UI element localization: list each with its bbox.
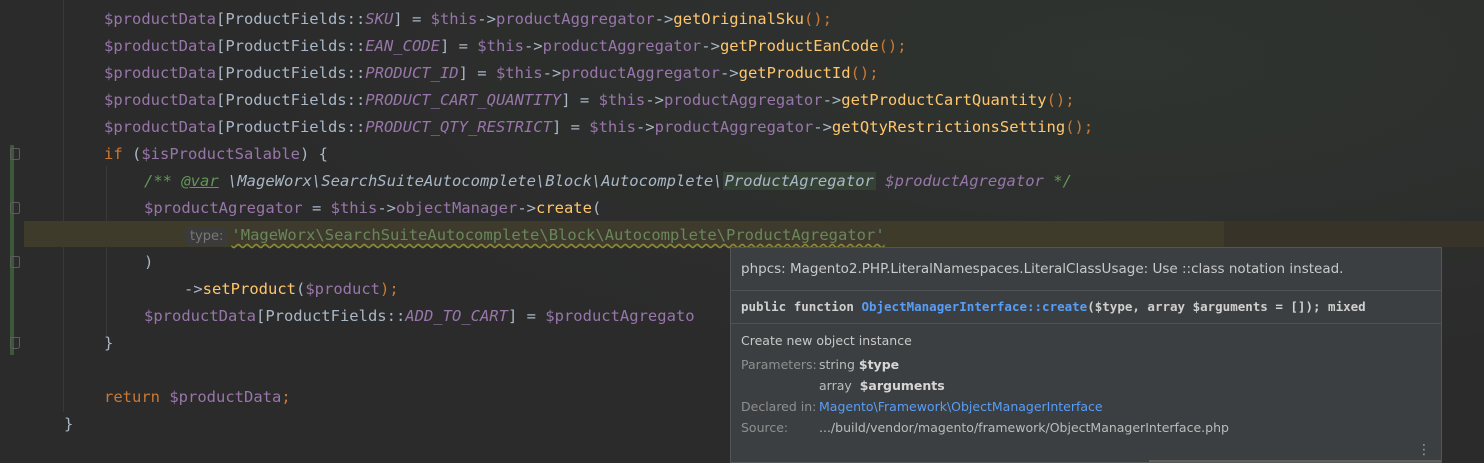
indent-guide — [63, 0, 64, 412]
fold-marker-icon[interactable] — [10, 148, 20, 160]
vcs-change-marker[interactable] — [10, 145, 14, 355]
code-line[interactable]: ->setProduct($product); — [184, 276, 399, 303]
code-line[interactable]: $productData[ProductFields::PRODUCT_ID] … — [104, 60, 879, 87]
code-line[interactable]: if ($isProductSalable) { — [104, 141, 328, 168]
method-description: Create new object instance — [741, 333, 912, 348]
fold-marker-icon[interactable] — [10, 256, 20, 268]
more-options-icon[interactable]: ⋮ — [1417, 442, 1431, 458]
fold-marker-icon[interactable] — [10, 202, 20, 214]
code-line[interactable]: $productData[ProductFields::PRODUCT_QTY_… — [104, 114, 1093, 141]
parameters-row: array $arguments — [819, 378, 945, 393]
code-line[interactable]: $productData[ProductFields::EAN_CODE] = … — [104, 33, 907, 60]
parameter-hint: type: — [186, 227, 228, 246]
code-line[interactable]: $productData[ProductFields::PRODUCT_CART… — [104, 87, 1075, 114]
documentation-popup[interactable]: phpcs: Magento2.PHP.LiteralNamespaces.Li… — [730, 247, 1442, 463]
string-literal-warning[interactable]: 'MageWorx\SearchSuiteAutocomplete\Block\… — [231, 226, 885, 244]
inspection-message: phpcs: Magento2.PHP.LiteralNamespaces.Li… — [731, 248, 1441, 291]
declared-in-link[interactable]: Magento\Framework\ObjectManagerInterface — [819, 396, 1103, 417]
code-line[interactable]: $productData[ProductFields::SKU] = $this… — [104, 6, 832, 33]
doc-comment-line[interactable]: /** @var \MageWorx\SearchSuiteAutocomple… — [144, 168, 1072, 195]
method-link[interactable]: ObjectManagerInterface::create — [861, 299, 1087, 314]
code-line[interactable]: ) — [144, 249, 153, 276]
code-line[interactable]: } — [104, 330, 113, 357]
method-signature: public function ObjectManagerInterface::… — [731, 291, 1441, 324]
indent-guide — [106, 166, 107, 336]
parameters-row: Parameters: string $type — [741, 357, 900, 372]
code-line[interactable]: $productAgregator = $this->objectManager… — [144, 195, 601, 222]
code-line-current[interactable]: type: 'MageWorx\SearchSuiteAutocomplete\B… — [186, 222, 885, 249]
declared-in-row: Declared in: Magento\Framework\ObjectMan… — [741, 396, 1431, 417]
code-line[interactable]: return $productData; — [104, 384, 291, 411]
code-line[interactable]: $productData[ProductFields::ADD_TO_CART]… — [144, 303, 695, 330]
fold-end-marker-icon[interactable] — [10, 337, 20, 349]
code-line[interactable]: } — [64, 411, 73, 438]
source-row: Source: .../build/vendor/magento/framewo… — [741, 420, 1229, 435]
horizontal-scrollbar[interactable] — [1149, 460, 1441, 462]
